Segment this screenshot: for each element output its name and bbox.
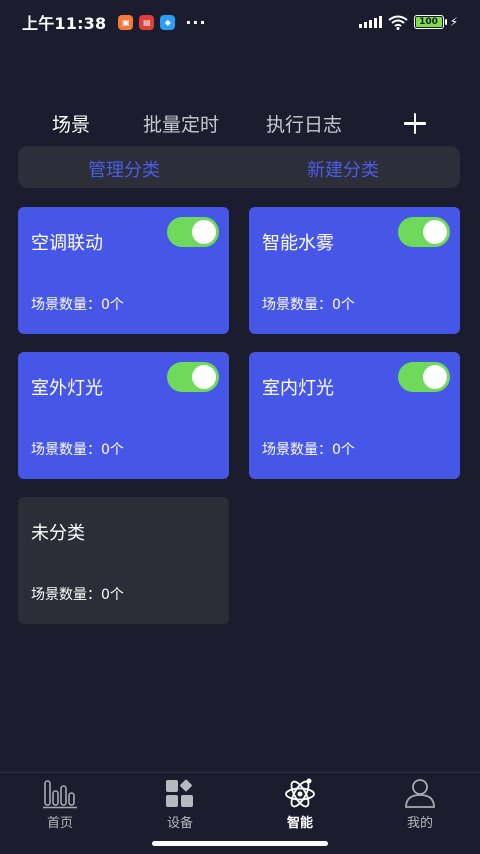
wifi-icon — [387, 15, 408, 30]
category-card-indoor-lights[interactable]: 室内灯光 场景数量：0个 — [249, 352, 460, 479]
card-scene-count: 场景数量：0个 — [31, 587, 124, 603]
card-title: 空调联动 — [31, 233, 103, 254]
top-tabs: 场景 批量定时 执行日志 — [0, 104, 480, 142]
atom-icon — [285, 778, 315, 808]
card-title: 室内灯光 — [262, 378, 334, 399]
manage-categories-button[interactable]: 管理分类 — [88, 156, 160, 182]
card-title: 未分类 — [31, 523, 85, 544]
nav-label: 我的 — [406, 816, 433, 831]
card-title: 室外灯光 — [31, 378, 103, 399]
nav-devices[interactable]: 设备 — [120, 777, 240, 837]
more-notifications-icon: ··· — [185, 12, 207, 32]
toggle-knob — [192, 220, 216, 244]
card-title: 智能水雾 — [262, 233, 334, 254]
card-scene-count: 场景数量：0个 — [262, 442, 355, 458]
nav-label: 首页 — [46, 816, 73, 831]
bar-chart-icon — [43, 780, 77, 809]
card-toggle[interactable] — [167, 362, 219, 392]
status-indicators: 100 ⚡ — [358, 15, 458, 30]
status-bar: 上午11:38 ▣ ▤ ◆ ··· 100 ⚡ — [0, 0, 480, 44]
charging-icon: ⚡ — [449, 15, 458, 29]
status-time: 上午11:38 — [22, 14, 107, 33]
toggle-knob — [192, 365, 216, 389]
card-toggle[interactable] — [167, 217, 219, 247]
nav-smart[interactable]: 智能 — [240, 777, 360, 837]
card-scene-count: 场景数量：0个 — [31, 442, 124, 458]
nav-profile[interactable]: 我的 — [360, 777, 480, 837]
card-toggle[interactable] — [398, 362, 450, 392]
battery-icon: 100 — [413, 15, 447, 29]
battery-level: 100 — [415, 17, 442, 27]
user-icon — [405, 779, 435, 808]
toggle-knob — [423, 365, 447, 389]
card-toggle[interactable] — [398, 217, 450, 247]
nav-label: 智能 — [286, 816, 313, 831]
tab-batch-timer[interactable]: 批量定时 — [143, 110, 219, 137]
card-scene-count: 场景数量：0个 — [262, 297, 355, 313]
category-card-smart-mist[interactable]: 智能水雾 场景数量：0个 — [249, 207, 460, 334]
blue-app-icon: ◆ — [160, 14, 176, 30]
nav-home[interactable]: 首页 — [0, 777, 120, 837]
tab-scenes[interactable]: 场景 — [52, 110, 90, 137]
new-category-button[interactable]: 新建分类 — [307, 156, 379, 182]
category-card-ac-linkage[interactable]: 空调联动 场景数量：0个 — [18, 207, 229, 334]
toggle-knob — [423, 220, 447, 244]
orange-app-icon: ▣ — [118, 14, 134, 30]
card-scene-count: 场景数量：0个 — [31, 297, 124, 313]
signal-icon — [358, 16, 382, 28]
red-app-icon: ▤ — [139, 14, 155, 30]
devices-icon — [166, 779, 193, 807]
add-icon[interactable] — [400, 108, 430, 138]
home-indicator — [152, 841, 328, 846]
category-card-uncategorized[interactable]: 未分类 场景数量：0个 — [18, 497, 229, 624]
nav-label: 设备 — [166, 816, 193, 831]
category-manage-bar: 管理分类 新建分类 — [18, 146, 460, 188]
category-card-outdoor-lights[interactable]: 室外灯光 场景数量：0个 — [18, 352, 229, 479]
tab-execution-log[interactable]: 执行日志 — [266, 110, 342, 137]
